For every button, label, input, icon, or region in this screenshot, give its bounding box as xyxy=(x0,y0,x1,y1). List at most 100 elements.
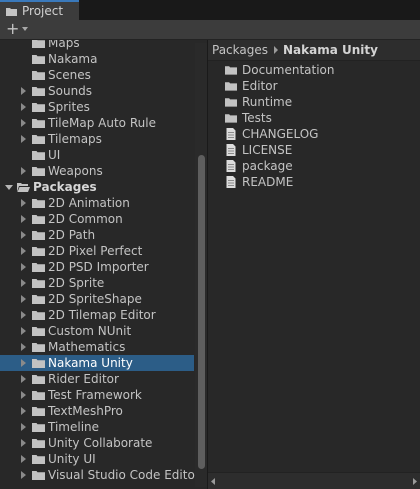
tree-item-sprites[interactable]: Sprites xyxy=(0,99,194,115)
folder-icon xyxy=(32,231,45,240)
folder-icon xyxy=(32,375,45,384)
tree-item-textmeshpro[interactable]: TextMeshPro xyxy=(0,403,194,419)
collapse-arrow-icon[interactable] xyxy=(21,135,26,143)
tree-item-sounds[interactable]: Sounds xyxy=(0,83,194,99)
tree-item-nakama[interactable]: Nakama xyxy=(0,51,194,67)
tree-item-2d-path[interactable]: 2D Path xyxy=(0,227,194,243)
folder-icon xyxy=(32,167,45,176)
collapse-arrow-icon[interactable] xyxy=(21,279,26,287)
tree-item-visual-studio-code-editor[interactable]: Visual Studio Code Editor xyxy=(0,467,200,483)
folder-item-tests[interactable]: Tests xyxy=(225,110,335,126)
collapse-arrow-icon[interactable] xyxy=(21,391,26,399)
tree-item-scenes[interactable]: Scenes xyxy=(0,67,194,83)
document-icon xyxy=(226,144,236,156)
tree-item-2d-spriteshape[interactable]: 2D SpriteShape xyxy=(0,291,194,307)
tree-item-weapons[interactable]: Weapons xyxy=(0,163,194,179)
tree-item-2d-sprite[interactable]: 2D Sprite xyxy=(0,275,194,291)
breadcrumb-parent[interactable]: Packages xyxy=(212,43,268,57)
collapse-arrow-icon[interactable] xyxy=(21,327,26,335)
tree-item-custom-nunit[interactable]: Custom NUnit xyxy=(0,323,194,339)
tree-item-test-framework[interactable]: Test Framework xyxy=(0,387,194,403)
collapse-arrow-icon[interactable] xyxy=(21,87,26,95)
collapse-arrow-icon[interactable] xyxy=(21,247,26,255)
add-button[interactable]: + xyxy=(6,21,19,37)
tree-scrollbar-thumb[interactable] xyxy=(198,155,205,469)
folder-icon xyxy=(32,359,45,368)
collapse-arrow-icon[interactable] xyxy=(21,119,26,127)
tree-item-label: Weapons xyxy=(48,164,103,178)
folder-item-documentation[interactable]: Documentation xyxy=(225,62,335,78)
file-item-package[interactable]: package xyxy=(225,158,335,174)
collapse-arrow-icon[interactable] xyxy=(21,407,26,415)
item-name: Runtime xyxy=(242,95,293,109)
item-name: LICENSE xyxy=(242,143,293,157)
collapse-arrow-icon[interactable] xyxy=(21,455,26,463)
item-name: Tests xyxy=(242,111,272,125)
tab-strip: Project xyxy=(0,0,420,20)
breadcrumb-current[interactable]: Nakama Unity xyxy=(283,43,378,57)
tree-item-packages[interactable]: Packages xyxy=(0,179,194,195)
folder-icon xyxy=(32,327,45,336)
collapse-arrow-icon[interactable] xyxy=(21,471,26,479)
collapse-arrow-icon[interactable] xyxy=(21,263,26,271)
collapse-arrow-icon[interactable] xyxy=(21,423,26,431)
collapse-arrow-icon[interactable] xyxy=(21,295,26,303)
tree-item-label: 2D PSD Importer xyxy=(48,260,149,274)
tree-item-label: 2D Animation xyxy=(48,196,130,210)
tree-item-tilemaps[interactable]: Tilemaps xyxy=(0,131,194,147)
tree-item-tilemap-auto-rule[interactable]: TileMap Auto Rule xyxy=(0,115,194,131)
tree-item-maps[interactable]: Maps xyxy=(0,40,194,51)
tree-item-unity-collaborate[interactable]: Unity Collaborate xyxy=(0,435,194,451)
tab-project[interactable]: Project xyxy=(0,0,79,20)
tree-item-label: 2D SpriteShape xyxy=(48,292,142,306)
tree-item-unity-ui[interactable]: Unity UI xyxy=(0,451,194,467)
folder-icon xyxy=(32,215,45,224)
collapse-arrow-icon[interactable] xyxy=(21,199,26,207)
tree-item-ui[interactable]: UI xyxy=(0,147,194,163)
item-name: package xyxy=(242,159,293,173)
tree-item-2d-pixel-perfect[interactable]: 2D Pixel Perfect xyxy=(0,243,194,259)
file-item-readme[interactable]: README xyxy=(225,174,335,190)
tree-item-timeline[interactable]: Timeline xyxy=(0,419,194,435)
file-item-license[interactable]: LICENSE xyxy=(225,142,335,158)
collapse-arrow-icon[interactable] xyxy=(21,215,26,223)
folder-icon xyxy=(32,199,45,208)
collapse-arrow-icon[interactable] xyxy=(21,359,26,367)
tree-item-mathematics[interactable]: Mathematics xyxy=(0,339,194,355)
chevron-down-icon[interactable] xyxy=(22,27,28,31)
tab-label: Project xyxy=(22,4,64,18)
collapse-arrow-icon[interactable] xyxy=(21,167,26,175)
collapse-arrow-icon[interactable] xyxy=(21,343,26,351)
folder-icon xyxy=(32,55,45,64)
folder-icon xyxy=(32,279,45,288)
folder-item-editor[interactable]: Editor xyxy=(225,78,335,94)
tree-item-label: Sprites xyxy=(48,100,90,114)
folder-icon xyxy=(225,114,237,123)
collapse-arrow-icon[interactable] xyxy=(21,375,26,383)
file-item-changelog[interactable]: CHANGELOG xyxy=(225,126,335,142)
collapse-arrow-icon[interactable] xyxy=(21,231,26,239)
tree-item-2d-psd-importer[interactable]: 2D PSD Importer xyxy=(0,259,194,275)
folder-icon xyxy=(32,87,45,96)
folder-icon xyxy=(32,119,45,128)
tree-item-label: UI xyxy=(48,148,61,162)
horizontal-scrollbar[interactable] xyxy=(209,476,419,487)
document-icon xyxy=(226,176,236,188)
tree-item-label: Visual Studio Code Editor xyxy=(48,468,200,482)
tree-item-2d-tilemap-editor[interactable]: 2D Tilemap Editor xyxy=(0,307,194,323)
tree-item-label: TileMap Auto Rule xyxy=(48,116,156,130)
tree-item-nakama-unity[interactable]: Nakama Unity xyxy=(0,355,194,371)
folder-icon xyxy=(32,247,45,256)
tree-item-2d-common[interactable]: 2D Common xyxy=(0,211,194,227)
collapse-arrow-icon[interactable] xyxy=(21,311,26,319)
folder-item-runtime[interactable]: Runtime xyxy=(225,94,335,110)
tree-item-label: Mathematics xyxy=(48,340,126,354)
collapse-arrow-icon[interactable] xyxy=(21,103,26,111)
tree-item-rider-editor[interactable]: Rider Editor xyxy=(0,371,194,387)
collapse-arrow-icon[interactable] xyxy=(21,439,26,447)
tree-item-2d-animation[interactable]: 2D Animation xyxy=(0,195,194,211)
folder-icon xyxy=(32,391,45,400)
tree-item-label: Unity Collaborate xyxy=(48,436,153,450)
tree-item-label: 2D Pixel Perfect xyxy=(48,244,143,258)
expand-arrow-icon[interactable] xyxy=(5,185,13,190)
